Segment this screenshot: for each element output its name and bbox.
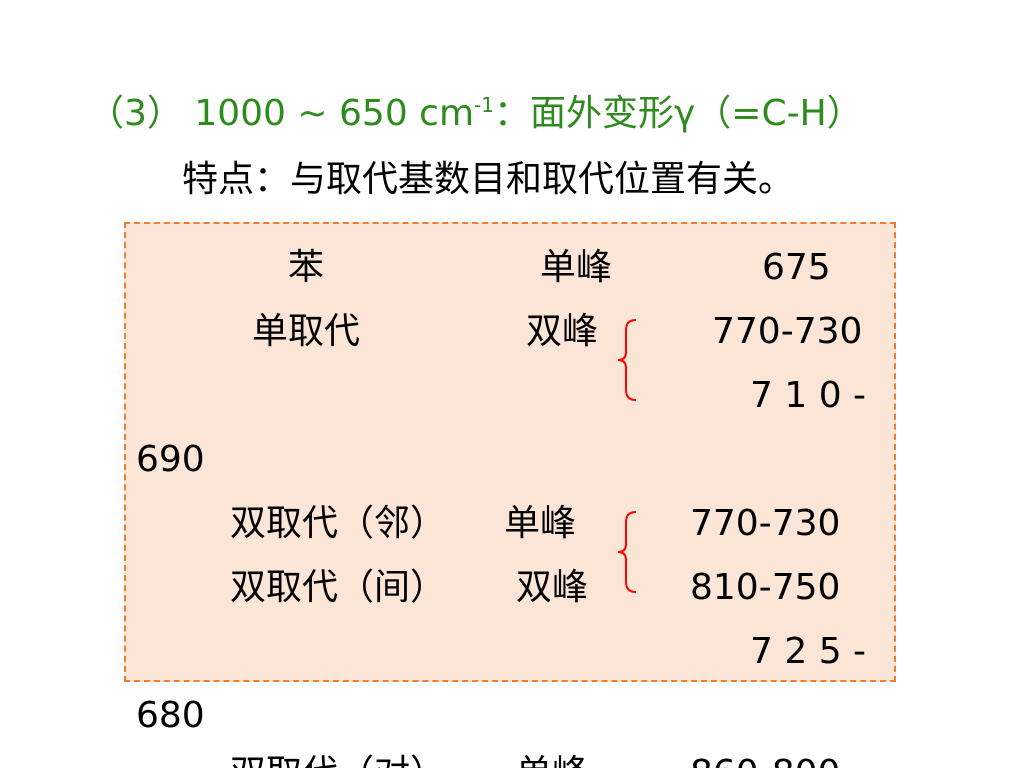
feature-note: 特点：与取代基数目和取代位置有关。	[182, 159, 795, 200]
data-box	[124, 222, 896, 682]
heading-suffix: ：面外变形γ（=C-H）	[494, 93, 863, 134]
section-heading: （3） 1000 ~ 650 cm-1：面外变形γ（=C-H）	[88, 93, 863, 134]
value-ortho: 770-730	[690, 503, 841, 544]
peak-meta: 双峰	[516, 567, 589, 608]
brace-ortho-meta	[617, 511, 637, 593]
value-meta-2: 7 2 5 -	[750, 631, 867, 672]
compound-benzene: 苯	[288, 247, 325, 288]
peak-mono: 双峰	[526, 311, 599, 352]
brace-mono	[617, 319, 637, 401]
value-benzene: 675	[762, 247, 831, 288]
value-mono-2: 7 1 0 -	[750, 375, 867, 416]
heading-superscript: -1	[474, 93, 494, 117]
compound-meta: 双取代（间）	[230, 567, 447, 608]
value-mono-1: 770-730	[712, 311, 863, 352]
compound-ortho: 双取代（邻）	[230, 503, 447, 544]
peak-para: 单峰	[516, 756, 588, 768]
compound-para: 双取代（对）	[230, 756, 446, 768]
value-meta-2-cont: 680	[136, 695, 205, 736]
value-para: 860-800	[690, 756, 840, 768]
value-meta-1: 810-750	[690, 567, 841, 608]
compound-mono: 单取代	[252, 311, 361, 352]
value-mono-2-cont: 690	[136, 439, 205, 480]
peak-ortho: 单峰	[504, 503, 577, 544]
heading-prefix: （3） 1000 ~ 650 cm	[88, 93, 475, 134]
peak-benzene: 单峰	[540, 247, 613, 288]
